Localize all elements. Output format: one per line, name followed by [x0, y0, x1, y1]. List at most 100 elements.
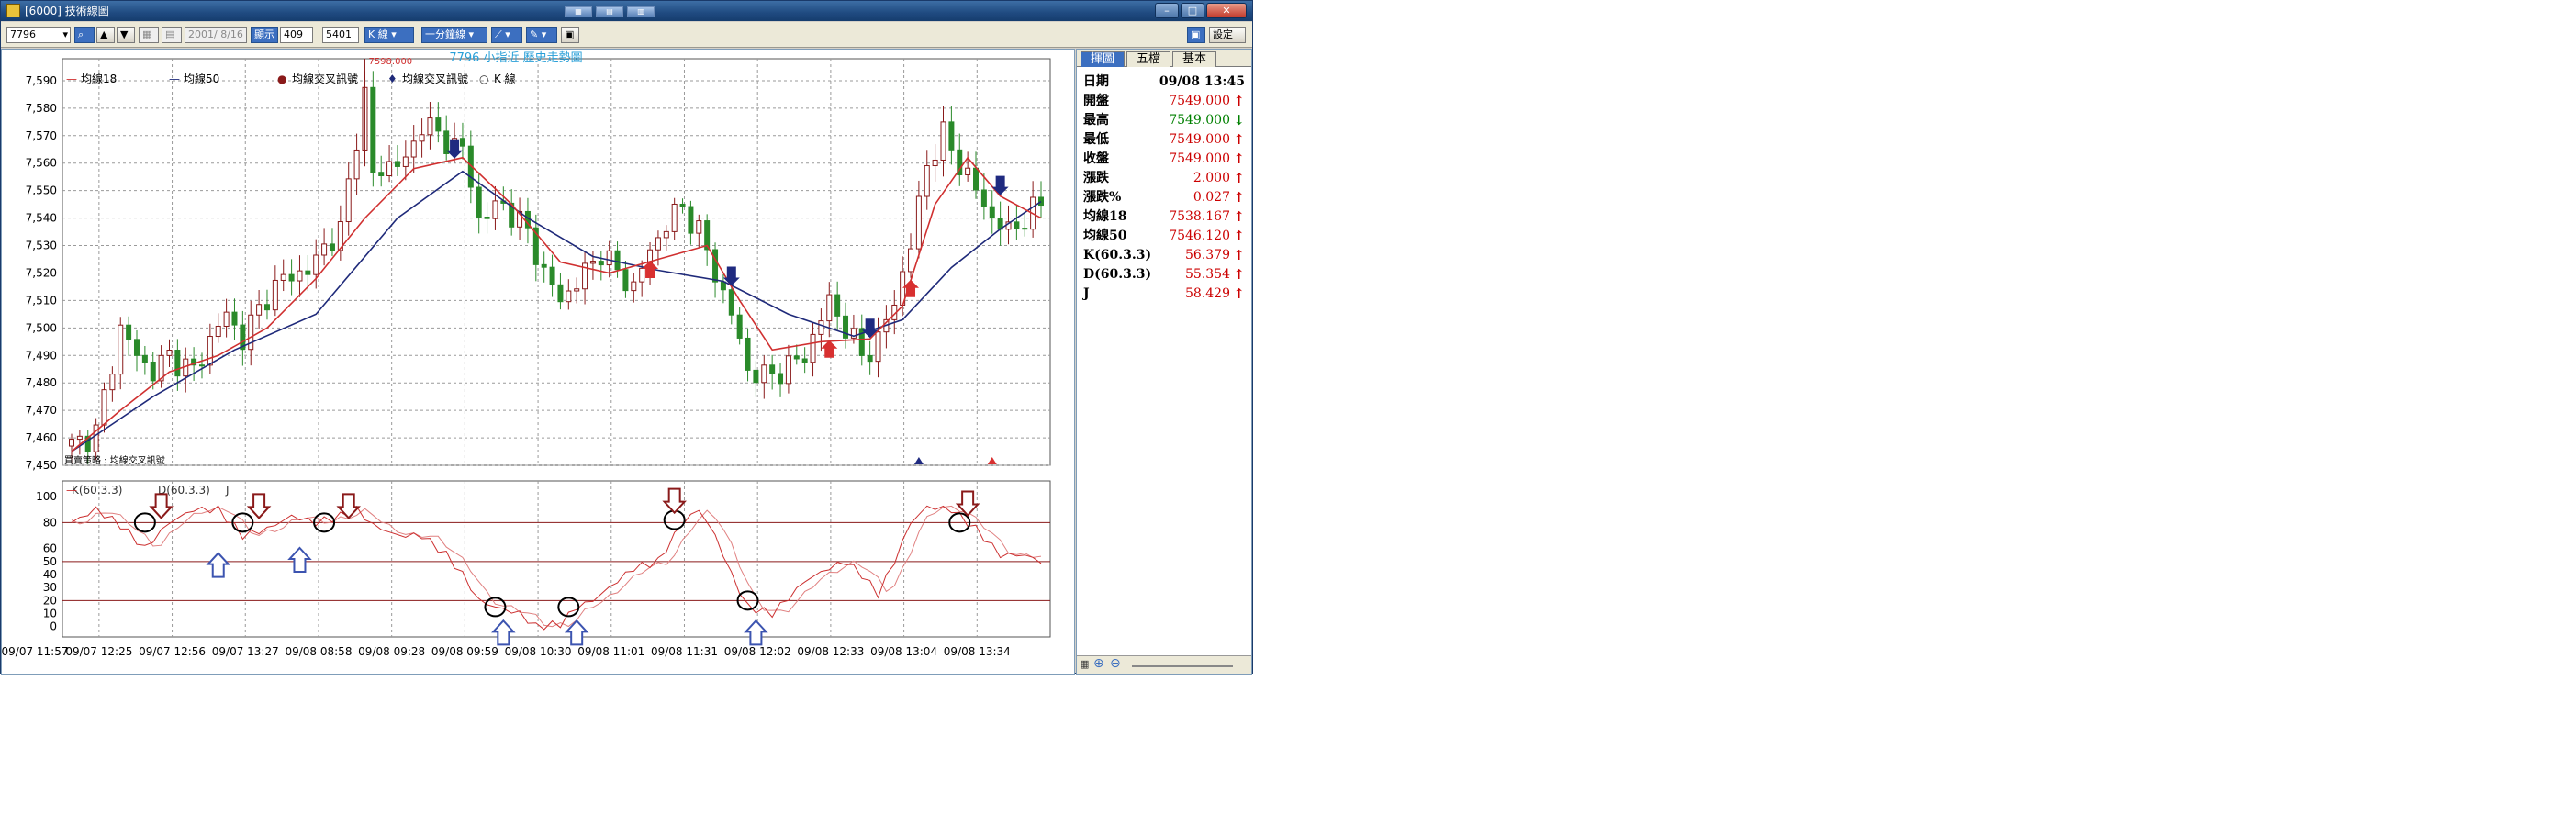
settings-button[interactable]: 設定 — [1209, 27, 1246, 43]
y-tick-label: 7,580 — [26, 102, 57, 115]
candle-body — [924, 165, 930, 197]
display-input[interactable]: 409 — [280, 27, 313, 43]
quote-label: 漲跌 — [1083, 171, 1109, 185]
quote-row: 均線18 7538.167 ↑ — [1081, 207, 1247, 227]
candle-body — [973, 167, 980, 191]
quote-value: 7549.000 — [1169, 132, 1230, 147]
tab-basic[interactable]: 基本 — [1172, 51, 1216, 67]
x-tick-label: 09/07 13:27 — [212, 645, 279, 658]
app-icon — [6, 4, 20, 17]
quote-value: 7549.000 — [1169, 113, 1230, 128]
candle-body — [769, 364, 776, 374]
chart-type-select[interactable]: K 線 ▾ — [364, 27, 414, 43]
prev-icon[interactable]: ▲ — [96, 27, 115, 43]
candle-body — [76, 435, 83, 441]
candle-body — [655, 237, 661, 251]
toggle-panel-icon[interactable]: ▣ — [561, 27, 579, 43]
chart-svg[interactable]: 7,450 7,460 7,470 7,480 7,490 7,500 7,510 7,520… — [2, 50, 1074, 674]
period-icon[interactable]: ▤ — [162, 27, 182, 43]
draw-line-icon[interactable]: ⟋ ▾ — [491, 27, 522, 43]
quote-value: 55.354 — [1185, 267, 1230, 282]
display-value: 409 — [284, 28, 303, 40]
close-icon[interactable]: ✕ — [1206, 3, 1247, 18]
x-tick-label: 09/08 10:30 — [505, 645, 572, 658]
x-tick-label: 09/07 11:57 — [2, 645, 68, 658]
panel-tabs: 揮圖 五檔 基本 — [1077, 50, 1251, 67]
zoom-out-icon[interactable]: ⊖ — [1110, 656, 1121, 671]
chart-area[interactable]: 7,450 7,460 7,470 7,480 7,490 7,500 7,510 7,520… — [1, 49, 1075, 675]
kd-chart[interactable]: 09/07 11:5709/07 12:25 09/07 12:56 09/07 1… — [2, 480, 1051, 658]
x-tick-label: 09/08 13:34 — [944, 645, 1011, 658]
toolbar: 7796 ▾ ⌕ ▲ ▼ ▦ ▤ 2001/ 8/16 顯示 409 5401 K… — [1, 22, 1252, 48]
candle-body — [712, 249, 719, 283]
candle-body — [280, 273, 286, 281]
candle-body — [263, 304, 270, 311]
x-tick-label: 09/08 11:31 — [651, 645, 718, 658]
minimize-icon[interactable]: – — [1155, 3, 1179, 18]
strategy-label: 買賣策略 : 均線交叉訊號 — [64, 454, 165, 466]
count-input[interactable]: 5401 — [322, 27, 359, 43]
candle-body — [867, 354, 873, 363]
candle-body — [965, 167, 971, 175]
candle-body — [386, 161, 393, 176]
pen-icon[interactable]: ✎ ▾ — [526, 27, 557, 43]
tab-five-levels[interactable]: 五檔 — [1126, 51, 1170, 67]
candle-body — [663, 230, 669, 239]
quote-row: K(60.3.3) 56.379 ↑ — [1081, 246, 1247, 265]
date-field[interactable]: 2001/ 8/16 — [185, 27, 247, 43]
quote-label: 最高 — [1083, 113, 1109, 128]
interval-select[interactable]: 一分鐘線 ▾ — [421, 27, 487, 43]
title-mini-buttons: ▦ ▤ ▥ — [565, 6, 655, 17]
y-tick-label: 7,480 — [26, 376, 57, 389]
zoom-slider-track[interactable] — [1132, 665, 1233, 667]
candle-body — [378, 172, 385, 176]
candle-body — [345, 178, 352, 223]
quote-value: 2.000 — [1193, 171, 1230, 185]
candle-body — [908, 248, 914, 273]
candle-body — [843, 315, 849, 339]
search-icon[interactable]: ⌕ — [74, 27, 95, 43]
next-icon[interactable]: ▼ — [117, 27, 135, 43]
quote-value: 7538.167 — [1169, 209, 1230, 224]
candle-body — [818, 320, 824, 335]
zoom-grid-icon[interactable]: ▦ — [1080, 658, 1089, 670]
candle-body — [940, 121, 946, 161]
maximize-icon[interactable]: □ — [1181, 3, 1204, 18]
chart-icon[interactable]: ▥ — [627, 6, 655, 17]
quote-value: 58.429 — [1185, 286, 1230, 301]
quote-label: 漲跌% — [1083, 190, 1122, 205]
candle-body — [492, 200, 498, 219]
candle-body — [598, 261, 604, 266]
display-label: 顯示 — [251, 27, 278, 43]
grid-icon[interactable]: ▦ — [565, 6, 592, 17]
zoom-in-icon[interactable]: ⊕ — [1093, 656, 1104, 671]
list-icon[interactable]: ▤ — [596, 6, 623, 17]
symbol-select[interactable]: 7796 ▾ — [6, 27, 71, 43]
calendar-icon[interactable]: ▦ — [139, 27, 159, 43]
candle-body — [753, 369, 759, 384]
legend-symbol: — — [66, 73, 77, 85]
kd-y-tick-label: 60 — [43, 542, 57, 555]
price-chart[interactable]: 7,450 7,460 7,470 7,480 7,490 7,500 7,510 7,520… — [26, 51, 1051, 472]
candle-body — [679, 203, 686, 207]
legend-label: 均線50 — [184, 72, 219, 85]
candle-body — [606, 250, 612, 266]
tab-chart[interactable]: 揮圖 — [1081, 51, 1125, 67]
candle-body — [198, 364, 205, 367]
candle-body — [915, 195, 922, 250]
quote-value: 56.379 — [1185, 248, 1230, 262]
candle-body — [215, 325, 221, 338]
candle-body — [696, 220, 702, 234]
title-bar[interactable]: [6000] 技術線圖 ▦ ▤ ▥ – □ ✕ — [1, 1, 1252, 21]
quote-row: 最低 7549.000 ↑ — [1081, 130, 1247, 150]
arrow-up-icon: ↑ — [1233, 93, 1245, 109]
kd-plot-frame — [62, 480, 1051, 638]
y-tick-label: 7,520 — [26, 266, 57, 279]
arrow-up-icon: ↑ — [1233, 131, 1245, 148]
candle-body — [484, 216, 490, 219]
export-icon[interactable]: ▣ — [1187, 27, 1205, 43]
candle-body — [688, 206, 694, 234]
quote-label: 均線18 — [1083, 209, 1127, 224]
candle-body — [321, 243, 328, 256]
quote-row: 漲跌% 0.027 ↑ — [1081, 188, 1247, 207]
